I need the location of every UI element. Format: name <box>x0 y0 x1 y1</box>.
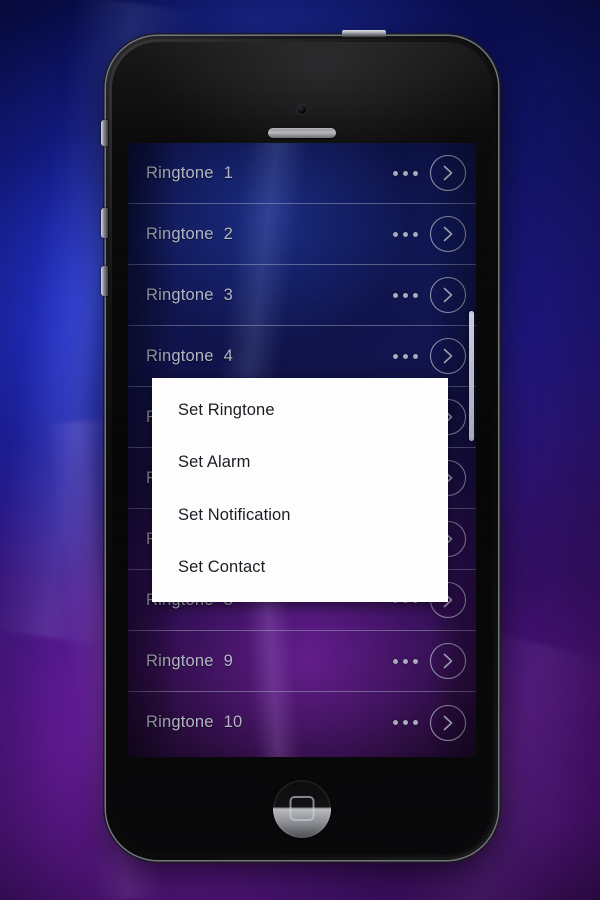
dialog-menu-item[interactable]: Set Alarm <box>152 437 448 490</box>
dialog-menu-item[interactable]: Set Ringtone <box>152 384 448 437</box>
ringtone-action-dialog: Set Ringtone Set Alarm Set Notification Set… <box>152 378 448 602</box>
volume-down-button[interactable] <box>101 266 108 296</box>
dialog-menu-item-label: Set Notification <box>178 505 291 524</box>
dialog-menu-item[interactable]: Set Contact <box>152 542 448 595</box>
home-square-icon <box>289 796 315 821</box>
phone-device: Ringtone1Ringtone2Ringtone3Ringtone4Ring… <box>101 30 498 860</box>
earpiece-speaker <box>268 128 336 138</box>
dialog-menu-item[interactable]: Set Notification <box>152 489 448 542</box>
screenshot-root: Ringtone1Ringtone2Ringtone3Ringtone4Ring… <box>0 0 600 900</box>
volume-up-button[interactable] <box>101 208 108 238</box>
dialog-menu-item-label: Set Ringtone <box>178 400 275 419</box>
dialog-menu-item-label: Set Contact <box>178 558 266 577</box>
home-button[interactable] <box>273 780 331 838</box>
phone-screen: Ringtone1Ringtone2Ringtone3Ringtone4Ring… <box>128 143 476 757</box>
power-button[interactable] <box>342 30 386 37</box>
silent-switch[interactable] <box>101 120 108 146</box>
front-camera-icon <box>297 105 307 114</box>
dialog-menu-item-label: Set Alarm <box>178 453 251 472</box>
